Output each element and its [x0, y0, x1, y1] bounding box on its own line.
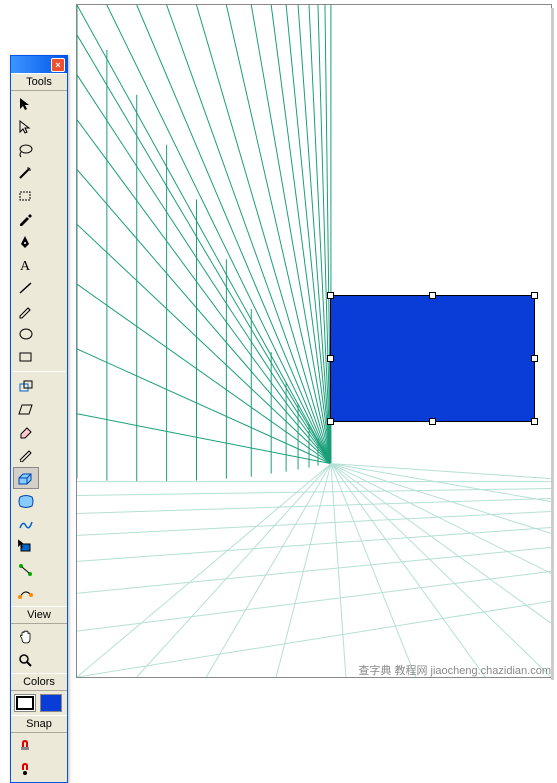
pencil-icon: [17, 303, 35, 319]
resize-handle-bm[interactable]: [429, 418, 436, 425]
section-colors: Colors: [11, 673, 67, 691]
lasso-icon: [17, 142, 35, 158]
crop-tool[interactable]: [13, 185, 39, 207]
resize-handle-tl[interactable]: [327, 292, 334, 299]
skew-icon: [17, 401, 35, 417]
magic-wand-tool[interactable]: [13, 162, 39, 184]
tools-panel: × Tools A View Colors: [10, 55, 68, 783]
resize-handle-tm[interactable]: [429, 292, 436, 299]
scale-icon: [17, 378, 35, 394]
hand-icon: [17, 629, 35, 645]
pointer-tool[interactable]: [13, 93, 39, 115]
ellipse-tool[interactable]: [13, 323, 39, 345]
envelope-tool[interactable]: [13, 490, 39, 512]
subselect-icon: [17, 119, 35, 135]
envelope-icon: [17, 493, 35, 509]
magic-wand-icon: [17, 165, 35, 181]
text-tool[interactable]: A: [13, 254, 39, 276]
perspective-icon: [17, 539, 35, 555]
color-row: [11, 691, 67, 715]
hand-tool[interactable]: [13, 626, 39, 648]
graphic-hose-icon: [17, 585, 35, 601]
eraser-tool[interactable]: [13, 421, 39, 443]
perspective-tool[interactable]: [13, 536, 39, 558]
lasso-tool[interactable]: [13, 139, 39, 161]
svg-text:A: A: [20, 259, 31, 273]
tools-grid-2: [11, 373, 67, 606]
pen-icon: [17, 234, 35, 250]
skew-tool[interactable]: [13, 398, 39, 420]
pen-tool[interactable]: [13, 231, 39, 253]
canvas-area: [0, 0, 557, 682]
section-tools: Tools: [11, 73, 67, 91]
stroke-color-swatch[interactable]: [14, 694, 36, 712]
subselect-tool[interactable]: [13, 116, 39, 138]
scale-tool[interactable]: [13, 375, 39, 397]
crop-icon: [17, 188, 35, 204]
view-grid: [11, 624, 67, 673]
connector-tool[interactable]: [13, 559, 39, 581]
pointer-icon: [17, 96, 35, 112]
selected-rectangle[interactable]: [330, 295, 535, 422]
section-view: View: [11, 606, 67, 624]
resize-handle-br[interactable]: [531, 418, 538, 425]
close-icon[interactable]: ×: [51, 58, 65, 72]
fill-color-swatch[interactable]: [40, 694, 62, 712]
resize-handle-ml[interactable]: [327, 355, 334, 362]
snap-point-icon: [17, 761, 35, 777]
text-icon: A: [17, 257, 35, 273]
panel-titlebar[interactable]: ×: [11, 55, 67, 73]
snap-object-icon: [17, 738, 35, 754]
rectangle-icon: [17, 349, 35, 365]
resize-handle-tr[interactable]: [531, 292, 538, 299]
zoom-icon: [17, 652, 35, 668]
zoom-tool[interactable]: [13, 649, 39, 671]
snap-grid: [11, 733, 67, 782]
extrude-icon: [17, 470, 35, 486]
pencil-tool[interactable]: [13, 300, 39, 322]
knife-icon: [17, 447, 35, 463]
knife-tool[interactable]: [13, 444, 39, 466]
snap-point-tool[interactable]: [13, 758, 39, 780]
resize-handle-bl[interactable]: [327, 418, 334, 425]
trace-tool[interactable]: [13, 513, 39, 535]
eyedropper-tool[interactable]: [13, 208, 39, 230]
ellipse-icon: [17, 326, 35, 342]
line-tool[interactable]: [13, 277, 39, 299]
eyedropper-icon: [17, 211, 35, 227]
extrude-tool[interactable]: [13, 467, 39, 489]
connector-icon: [17, 562, 35, 578]
canvas-page[interactable]: [76, 4, 552, 678]
graphic-hose-tool[interactable]: [13, 582, 39, 604]
eraser-icon: [17, 424, 35, 440]
tools-grid: A: [11, 91, 67, 370]
line-icon: [17, 280, 35, 296]
rectangle-tool[interactable]: [13, 346, 39, 368]
trace-icon: [17, 516, 35, 532]
snap-object-tool[interactable]: [13, 735, 39, 757]
resize-handle-mr[interactable]: [531, 355, 538, 362]
section-snap: Snap: [11, 715, 67, 733]
watermark: 查字典 教程网 jiaocheng.chazidian.com: [358, 662, 551, 678]
